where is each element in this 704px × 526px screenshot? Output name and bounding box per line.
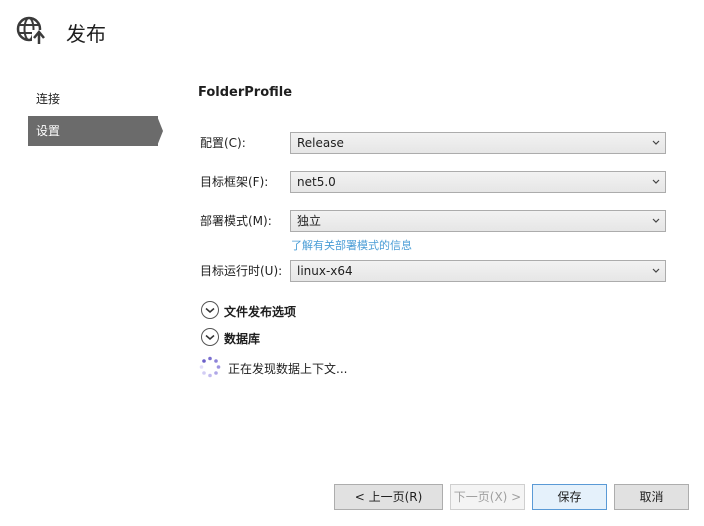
configuration-label: 配置(C): bbox=[200, 136, 246, 150]
configuration-select[interactable]: Release bbox=[290, 132, 666, 154]
target-framework-label: 目标框架(F): bbox=[200, 175, 269, 189]
file-publish-options-expander-icon[interactable] bbox=[200, 300, 220, 320]
configuration-value: Release bbox=[297, 136, 344, 150]
chevron-down-icon bbox=[652, 268, 660, 273]
target-runtime-select[interactable]: linux-x64 bbox=[290, 260, 666, 282]
loading-spinner-icon bbox=[199, 356, 221, 378]
deployment-mode-value: 独立 bbox=[297, 214, 322, 228]
discovering-status-text: 正在发现数据上下文... bbox=[228, 362, 348, 376]
sidebar-active-indicator bbox=[157, 116, 163, 146]
chevron-down-icon bbox=[652, 218, 660, 223]
next-button[interactable]: 下一页(X) > bbox=[450, 484, 525, 510]
databases-expander-icon[interactable] bbox=[200, 327, 220, 347]
chevron-down-icon bbox=[652, 179, 660, 184]
page-title: 发布 bbox=[66, 22, 106, 46]
target-runtime-label: 目标运行时(U): bbox=[200, 264, 283, 278]
sidebar-item-connection[interactable]: 连接 bbox=[28, 84, 158, 114]
deployment-mode-select[interactable]: 独立 bbox=[290, 210, 666, 232]
previous-button[interactable]: < 上一页(R) bbox=[334, 484, 443, 510]
profile-name: FolderProfile bbox=[198, 85, 293, 100]
target-framework-value: net5.0 bbox=[297, 175, 336, 189]
target-framework-select[interactable]: net5.0 bbox=[290, 171, 666, 193]
cancel-button[interactable]: 取消 bbox=[614, 484, 689, 510]
target-runtime-value: linux-x64 bbox=[297, 264, 353, 278]
deployment-mode-label: 部署模式(M): bbox=[200, 214, 272, 228]
databases-label[interactable]: 数据库 bbox=[224, 330, 260, 347]
deployment-mode-info-link[interactable]: 了解有关部署模式的信息 bbox=[291, 237, 412, 253]
sidebar-item-settings[interactable]: 设置 bbox=[28, 116, 158, 146]
globe-publish-icon bbox=[14, 14, 48, 48]
chevron-down-icon bbox=[652, 140, 660, 145]
file-publish-options-label[interactable]: 文件发布选项 bbox=[224, 303, 296, 320]
save-button[interactable]: 保存 bbox=[532, 484, 607, 510]
